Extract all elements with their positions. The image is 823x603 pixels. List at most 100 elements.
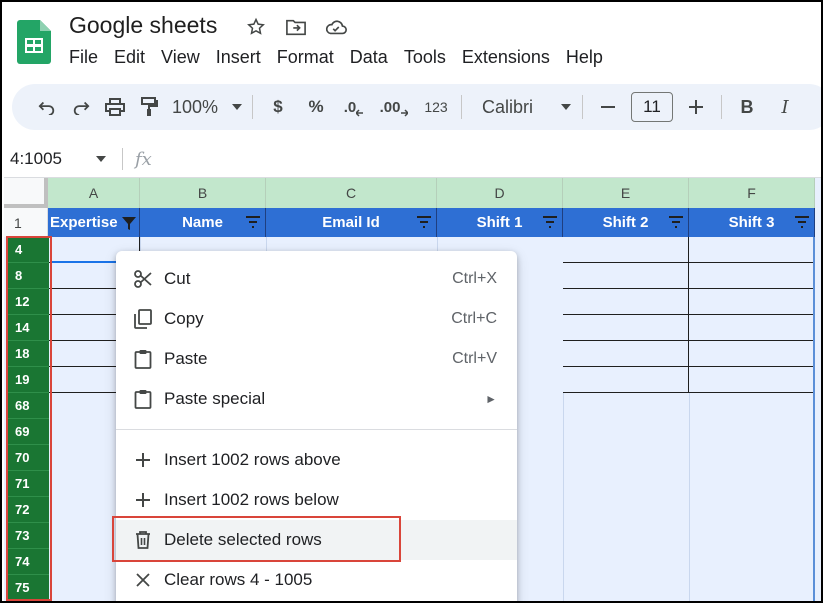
cloud-status-icon[interactable] (324, 15, 348, 39)
data-cell[interactable] (563, 315, 689, 341)
zoom-select[interactable]: 100% (166, 92, 244, 122)
data-cell[interactable] (689, 263, 815, 289)
data-cell[interactable] (689, 237, 815, 263)
filter-icon[interactable] (416, 215, 432, 229)
filter-active-icon[interactable] (121, 216, 136, 230)
sheets-logo-icon[interactable] (17, 20, 51, 64)
menu-data[interactable]: Data (342, 46, 396, 68)
italic-button[interactable]: I (768, 92, 802, 122)
header-cell-expertise[interactable]: Expertise (48, 208, 140, 237)
menu-item-insert-rows-above[interactable]: Insert 1002 rows above (116, 440, 517, 480)
arrow-left-icon (356, 109, 364, 117)
data-cell[interactable] (563, 289, 689, 315)
increase-decimal-button[interactable]: .00 (377, 92, 411, 122)
menu-divider (116, 429, 517, 430)
menu-file[interactable]: File (69, 46, 106, 68)
menu-edit[interactable]: Edit (106, 46, 153, 68)
toolbar-divider (721, 95, 722, 119)
column-header-f[interactable]: F (689, 178, 815, 208)
filter-icon[interactable] (542, 215, 558, 229)
column-header-c[interactable]: C (266, 178, 437, 208)
data-cell[interactable] (563, 237, 689, 263)
shortcut-label: Ctrl+C (451, 310, 497, 327)
close-icon (132, 569, 154, 591)
document-title[interactable]: Google sheets (69, 12, 217, 39)
increase-font-size-icon[interactable] (679, 92, 713, 122)
data-cell[interactable] (689, 289, 815, 315)
menu-item-label: Clear rows 4 - 1005 (164, 570, 313, 589)
decrease-decimal-label: .0 (343, 98, 357, 116)
menu-item-paste-special[interactable]: Paste special ► (116, 379, 517, 419)
zoom-value: 100% (172, 96, 219, 117)
move-folder-icon[interactable] (284, 15, 308, 39)
shortcut-label: Ctrl+X (452, 270, 497, 287)
toolbar: 100% $ % .0 .00 123 Calibri 11 B I (12, 84, 821, 130)
menu-item-insert-rows-below[interactable]: Insert 1002 rows below (116, 480, 517, 520)
selection-edge (813, 237, 815, 601)
menu-tools[interactable]: Tools (396, 46, 454, 68)
menu-item-copy[interactable]: Copy Ctrl+C (116, 299, 517, 339)
column-header-d[interactable]: D (437, 178, 563, 208)
header-cell-label: Name (182, 214, 223, 231)
header-cell-label: Shift 2 (602, 214, 649, 231)
menu-bar: File Edit View Insert Format Data Tools … (69, 46, 611, 68)
data-cell[interactable] (563, 367, 689, 393)
percent-format-button[interactable]: % (299, 92, 333, 122)
menu-help[interactable]: Help (558, 46, 611, 68)
column-header-e[interactable]: E (563, 178, 689, 208)
data-cell[interactable] (563, 341, 689, 367)
menu-insert[interactable]: Insert (208, 46, 269, 68)
row-header-1[interactable]: 1 (4, 208, 48, 237)
menu-view[interactable]: View (153, 46, 208, 68)
number-format-button[interactable]: 123 (419, 92, 453, 122)
plus-icon (132, 489, 154, 511)
header-cell-shift-2[interactable]: Shift 2 (563, 208, 689, 237)
star-icon[interactable] (244, 15, 268, 39)
decrease-decimal-button[interactable]: .0 (337, 92, 371, 122)
header-cell-label: Expertise (50, 214, 118, 231)
copy-icon (132, 308, 154, 330)
row-selection-highlight (6, 236, 52, 601)
data-cell[interactable] (689, 367, 815, 393)
currency-format-button[interactable]: $ (261, 92, 295, 122)
header-cell-shift-3[interactable]: Shift 3 (689, 208, 815, 237)
menu-item-label: Cut (164, 269, 191, 288)
menu-extensions[interactable]: Extensions (454, 46, 558, 68)
submenu-arrow-icon: ► (485, 392, 497, 406)
header-cell-email[interactable]: Email Id (266, 208, 437, 237)
bold-button[interactable]: B (730, 92, 764, 122)
header-cell-shift-1[interactable]: Shift 1 (437, 208, 563, 237)
redo-icon[interactable] (64, 92, 98, 122)
filter-icon[interactable] (794, 215, 810, 229)
font-select[interactable]: Calibri (470, 92, 574, 122)
plus-icon (132, 449, 154, 471)
filter-icon[interactable] (668, 215, 684, 229)
menu-format[interactable]: Format (269, 46, 342, 68)
menu-item-clear-rows[interactable]: Clear rows 4 - 1005 (116, 560, 517, 600)
menu-item-paste[interactable]: Paste Ctrl+V (116, 339, 517, 379)
select-all-corner[interactable] (4, 178, 48, 208)
clipboard-icon (132, 388, 154, 410)
shortcut-label: Ctrl+V (452, 350, 497, 367)
paint-format-icon[interactable] (132, 92, 166, 122)
undo-icon[interactable] (30, 92, 64, 122)
column-header-a[interactable]: A (48, 178, 140, 208)
name-box[interactable]: 4:1005 (4, 149, 114, 169)
header-cell-label: Shift 1 (476, 214, 523, 231)
arrow-right-icon (401, 109, 409, 117)
decrease-font-size-icon[interactable] (591, 92, 625, 122)
font-size-input[interactable]: 11 (631, 92, 673, 122)
column-header-b[interactable]: B (140, 178, 266, 208)
data-cell[interactable] (689, 315, 815, 341)
scissors-icon (132, 268, 154, 290)
menu-item-label: Copy (164, 309, 204, 328)
data-cell[interactable] (689, 341, 815, 367)
print-icon[interactable] (98, 92, 132, 122)
header-cell-label: Shift 3 (728, 214, 775, 231)
increase-decimal-label: .00 (379, 98, 401, 116)
header-cell-name[interactable]: Name (140, 208, 266, 237)
filter-icon[interactable] (245, 215, 261, 229)
menu-item-cut[interactable]: Cut Ctrl+X (116, 259, 517, 299)
data-cell[interactable] (563, 263, 689, 289)
clipboard-icon (132, 348, 154, 370)
